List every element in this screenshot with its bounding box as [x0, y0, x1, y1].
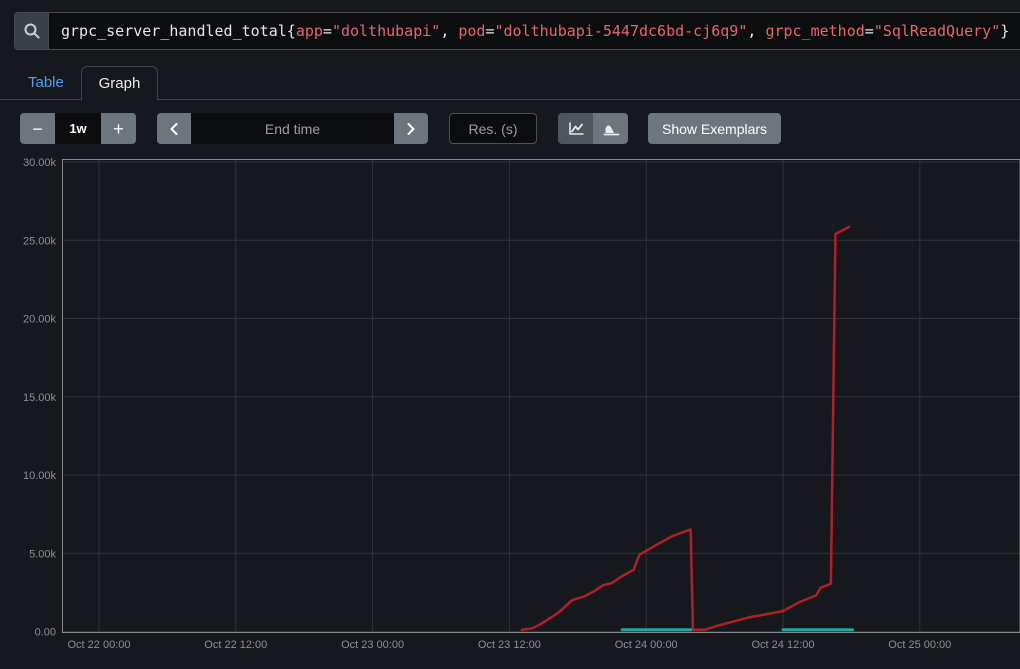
x-tick-label: Oct 22 12:00 [204, 639, 267, 651]
chevron-right-icon [406, 122, 416, 136]
x-tick-label: Oct 25 00:00 [888, 639, 951, 651]
line-chart-toggle-button[interactable] [558, 113, 593, 144]
y-tick-label: 15.00k [23, 392, 57, 404]
range-control-group: − + [20, 113, 136, 144]
end-time-control-group [157, 113, 428, 144]
x-tick-label: Oct 23 00:00 [341, 639, 404, 651]
query-segment: = [323, 22, 332, 40]
end-time-prev-button[interactable] [157, 113, 191, 144]
range-input[interactable] [55, 113, 101, 144]
y-tick-label: 10.00k [23, 470, 57, 482]
query-segment: , [440, 22, 458, 40]
query-segment: pod [458, 22, 485, 40]
query-segment: "dolthubapi-5447dc6bd-cj6q9" [495, 22, 748, 40]
search-icon [23, 22, 41, 40]
end-time-input[interactable] [191, 113, 394, 144]
query-segment: , [747, 22, 765, 40]
x-tick-label: Oct 23 12:00 [478, 639, 541, 651]
x-tick-label: Oct 24 12:00 [752, 639, 815, 651]
query-segment: app [296, 22, 323, 40]
x-tick-label: Oct 24 00:00 [615, 639, 678, 651]
prometheus-expression-browser: Oct 22 00:00 Oct 22 12:00 Oct 23 00:00 Oct … [0, 0, 1020, 669]
y-tick-label: 20.00k [23, 314, 57, 326]
stacked-chart-icon [602, 120, 620, 137]
end-time-next-button[interactable] [394, 113, 428, 144]
query-segment: = [865, 22, 874, 40]
query-segment: } [1000, 22, 1009, 40]
query-segment: "SqlReadQuery" [874, 22, 1000, 40]
tab-graph[interactable]: Graph [81, 66, 158, 100]
series-line [522, 227, 849, 630]
y-tick-label: 30.00k [23, 157, 57, 169]
line-chart-icon [567, 120, 585, 137]
query-segment: grpc_method [765, 22, 864, 40]
query-segment: grpc_server_handled_total{ [61, 22, 296, 40]
chart-type-toggle-group [558, 113, 628, 144]
x-tick-label: Oct 22 00:00 [68, 639, 131, 651]
y-tick-label: 0.00 [35, 627, 56, 639]
range-decrease-button[interactable]: − [20, 113, 55, 144]
range-increase-button[interactable]: + [101, 113, 136, 144]
query-segment: "dolthubapi" [332, 22, 440, 40]
graph-canvas[interactable]: Oct 22 00:00 Oct 22 12:00 Oct 23 00:00 Oct … [0, 0, 1020, 669]
stacked-chart-toggle-button[interactable] [593, 113, 628, 144]
query-bar: grpc_server_handled_total{app="dolthubap… [14, 12, 1020, 50]
plot-border [63, 160, 1020, 633]
query-input[interactable]: grpc_server_handled_total{app="dolthubap… [49, 13, 1020, 49]
y-tick-label: 25.00k [23, 235, 57, 247]
show-exemplars-button[interactable]: Show Exemplars [648, 113, 781, 144]
tab-table[interactable]: Table [28, 66, 64, 99]
resolution-input[interactable] [449, 113, 537, 144]
y-tick-label: 5.00k [29, 548, 56, 560]
query-segment: = [485, 22, 494, 40]
execute-query-button[interactable] [15, 13, 49, 49]
chevron-left-icon [169, 122, 179, 136]
